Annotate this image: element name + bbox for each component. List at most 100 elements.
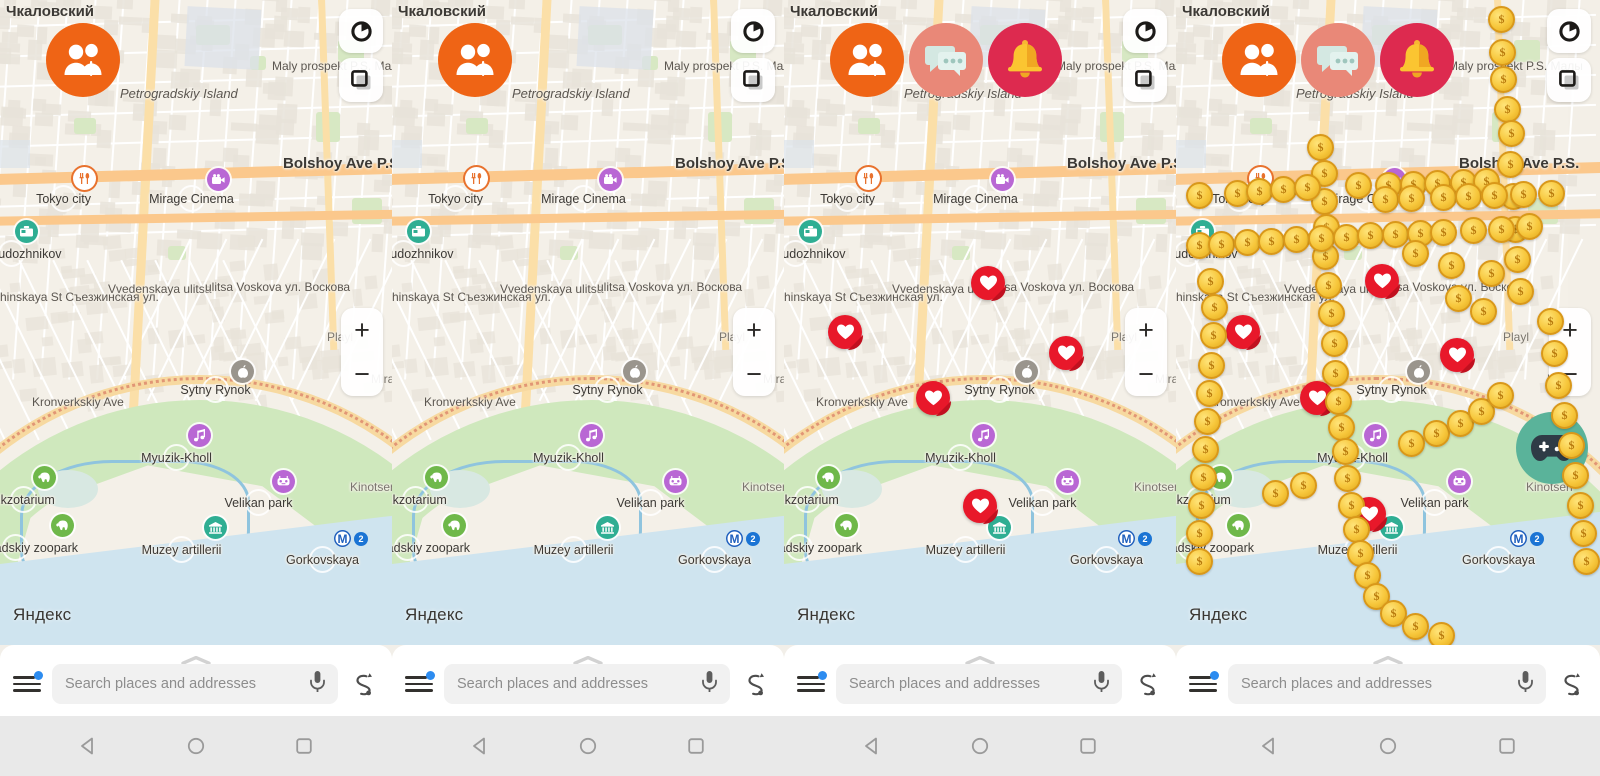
chat-button[interactable] <box>909 23 983 97</box>
heart-marker[interactable] <box>1365 264 1399 298</box>
coin-marker[interactable]: $ <box>1197 268 1224 295</box>
coin-marker[interactable]: $ <box>1402 240 1429 267</box>
coin-marker[interactable]: $ <box>1321 330 1348 357</box>
zoom-out-button[interactable]: − <box>341 352 383 396</box>
search-input[interactable]: Search places and addresses <box>444 664 730 704</box>
poi-marker-theatre-icon[interactable] <box>1056 470 1079 493</box>
metro-station-marker[interactable]: M2 <box>1510 530 1544 547</box>
metro-station-marker[interactable]: M2 <box>1118 530 1152 547</box>
coin-marker[interactable]: $ <box>1445 285 1472 312</box>
heart-marker[interactable] <box>828 315 862 349</box>
coin-marker[interactable]: $ <box>1290 472 1317 499</box>
metro-station-marker[interactable]: M2 <box>726 530 760 547</box>
coin-marker[interactable]: $ <box>1372 186 1399 213</box>
coin-marker[interactable]: $ <box>1489 39 1516 66</box>
microphone-icon[interactable] <box>702 671 717 697</box>
route-button[interactable] <box>1133 672 1163 696</box>
back-button[interactable] <box>862 736 882 756</box>
coin-marker[interactable]: $ <box>1497 151 1524 178</box>
people-button[interactable] <box>1222 23 1296 97</box>
heart-marker[interactable] <box>963 489 997 523</box>
coin-marker[interactable]: $ <box>1308 225 1335 252</box>
poi-marker-zoo-icon[interactable] <box>817 466 840 489</box>
zoom-out-button[interactable]: − <box>733 352 775 396</box>
hamburger-menu-button[interactable] <box>13 671 43 694</box>
people-button[interactable] <box>438 23 512 97</box>
people-button[interactable] <box>830 23 904 97</box>
map-layers-button[interactable] <box>339 58 383 102</box>
poi-marker-restaurant-icon[interactable] <box>857 167 880 190</box>
coin-marker[interactable]: $ <box>1398 185 1425 212</box>
coin-marker[interactable]: $ <box>1562 462 1589 489</box>
chat-button[interactable] <box>1301 23 1375 97</box>
panel-drag-handle[interactable] <box>965 652 995 665</box>
microphone-icon[interactable] <box>1518 671 1533 697</box>
panel-drag-handle[interactable] <box>1373 652 1403 665</box>
coin-marker[interactable]: $ <box>1262 480 1289 507</box>
coin-marker[interactable]: $ <box>1488 216 1515 243</box>
poi-marker-theatre-icon[interactable] <box>664 470 687 493</box>
coin-marker[interactable]: $ <box>1325 388 1352 415</box>
recents-button[interactable] <box>686 736 706 756</box>
poi-marker-shop-icon[interactable] <box>799 220 822 243</box>
heart-marker[interactable] <box>916 381 950 415</box>
poi-marker-cinema-icon[interactable] <box>599 168 622 191</box>
poi-marker-museum-icon[interactable] <box>596 516 619 539</box>
search-input[interactable]: Search places and addresses <box>836 664 1122 704</box>
coin-marker[interactable]: $ <box>1487 382 1514 409</box>
home-button[interactable] <box>578 736 598 756</box>
coin-marker[interactable]: $ <box>1328 414 1355 441</box>
coin-marker[interactable]: $ <box>1558 432 1585 459</box>
heart-marker[interactable] <box>1440 338 1474 372</box>
coin-marker[interactable]: $ <box>1258 228 1285 255</box>
coin-marker[interactable]: $ <box>1478 260 1505 287</box>
poi-marker-market-icon[interactable] <box>231 360 254 383</box>
coin-marker[interactable]: $ <box>1551 402 1578 429</box>
coin-marker[interactable]: $ <box>1504 246 1531 273</box>
map-layers-button[interactable] <box>1547 58 1591 102</box>
coin-marker[interactable]: $ <box>1490 66 1517 93</box>
coin-marker[interactable]: $ <box>1545 372 1572 399</box>
poi-marker-zoo-icon[interactable] <box>835 514 858 537</box>
poi-marker-theatre-icon[interactable] <box>272 470 295 493</box>
traffic-toggle-button[interactable] <box>1123 9 1167 53</box>
poi-marker-zoo-icon[interactable] <box>33 466 56 489</box>
coin-marker[interactable]: $ <box>1541 340 1568 367</box>
microphone-icon[interactable] <box>310 671 325 697</box>
coin-marker[interactable]: $ <box>1481 182 1508 209</box>
coin-marker[interactable]: $ <box>1470 298 1497 325</box>
coin-marker[interactable]: $ <box>1315 272 1342 299</box>
coin-marker[interactable]: $ <box>1234 229 1261 256</box>
coin-marker[interactable]: $ <box>1186 182 1213 209</box>
coin-marker[interactable]: $ <box>1294 174 1321 201</box>
coin-marker[interactable]: $ <box>1516 213 1543 240</box>
recents-button[interactable] <box>294 736 314 756</box>
back-button[interactable] <box>470 736 490 756</box>
coin-marker[interactable]: $ <box>1186 520 1213 547</box>
traffic-toggle-button[interactable] <box>339 9 383 53</box>
coin-marker[interactable]: $ <box>1567 492 1594 519</box>
coin-marker[interactable]: $ <box>1200 322 1227 349</box>
coin-marker[interactable]: $ <box>1246 178 1273 205</box>
coin-marker[interactable]: $ <box>1402 613 1429 640</box>
home-button[interactable] <box>1378 736 1398 756</box>
poi-marker-zoo-icon[interactable] <box>51 514 74 537</box>
poi-marker-music-icon[interactable] <box>580 424 603 447</box>
recents-button[interactable] <box>1497 736 1517 756</box>
map-layers-button[interactable] <box>1123 58 1167 102</box>
poi-marker-zoo-icon[interactable] <box>443 514 466 537</box>
coin-marker[interactable]: $ <box>1430 219 1457 246</box>
route-button[interactable] <box>741 672 771 696</box>
bell-button[interactable] <box>1380 23 1454 97</box>
poi-marker-restaurant-icon[interactable] <box>73 167 96 190</box>
search-input[interactable]: Search places and addresses <box>1228 664 1546 704</box>
poi-marker-market-icon[interactable] <box>1407 360 1430 383</box>
traffic-toggle-button[interactable] <box>1547 9 1591 53</box>
coin-marker[interactable]: $ <box>1322 360 1349 387</box>
route-button[interactable] <box>349 672 379 696</box>
poi-marker-museum-icon[interactable] <box>204 516 227 539</box>
poi-marker-cinema-icon[interactable] <box>991 168 1014 191</box>
zoom-in-button[interactable]: + <box>733 308 775 352</box>
home-button[interactable] <box>970 736 990 756</box>
poi-marker-music-icon[interactable] <box>188 424 211 447</box>
